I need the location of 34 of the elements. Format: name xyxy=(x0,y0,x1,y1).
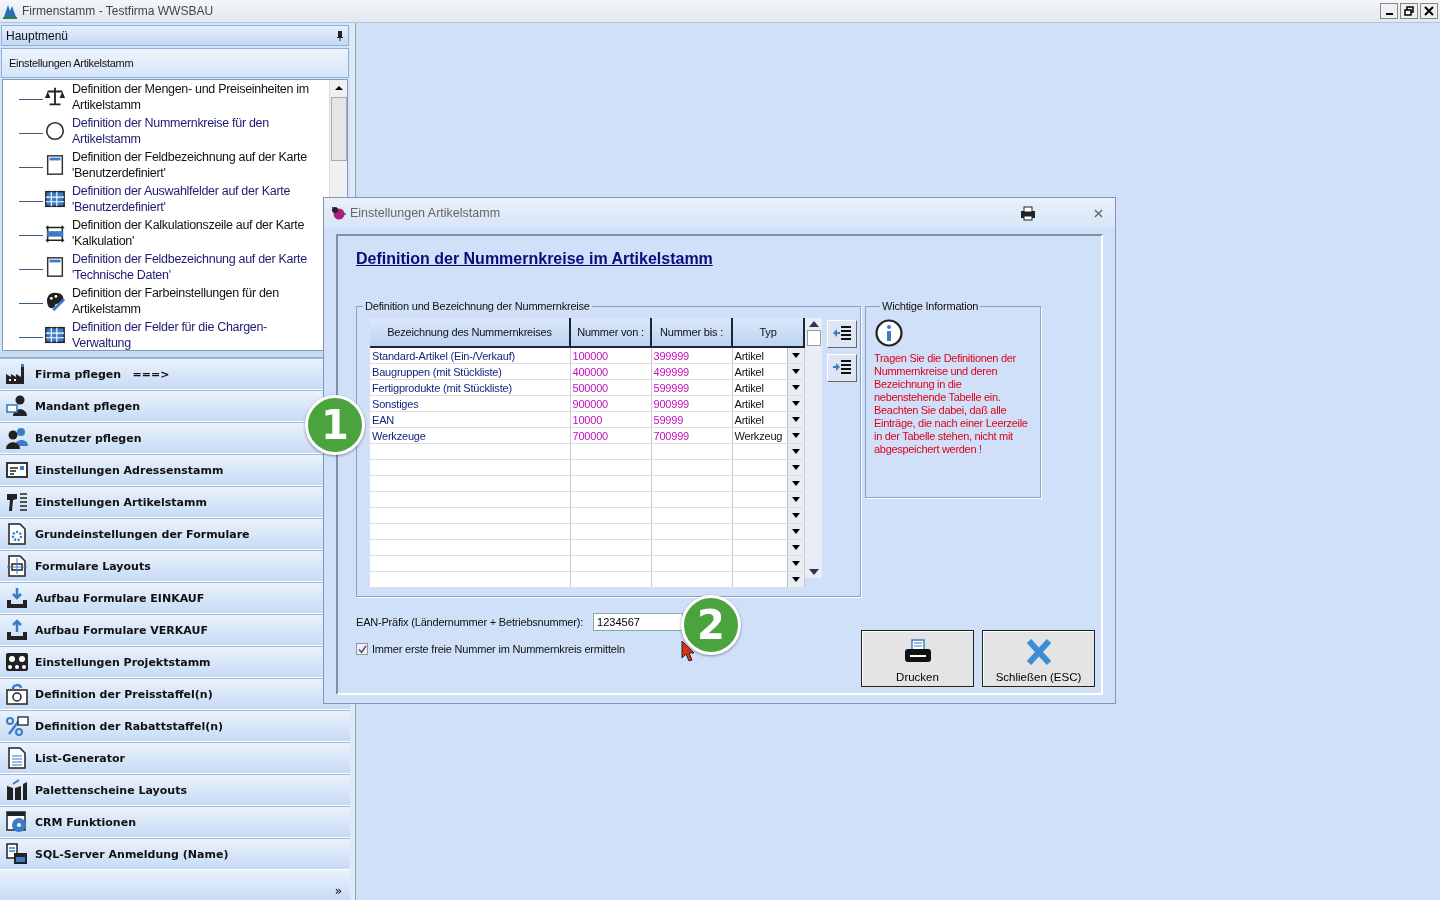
table-cell: EAN xyxy=(372,413,395,426)
field-label: EAN-Präfix (Ländernummer + Betriebsnummer): xyxy=(356,616,584,628)
table-cell: 59999 xyxy=(653,413,684,426)
table-cell: Artikel xyxy=(734,412,764,427)
table-cell: Werkzeug xyxy=(734,428,783,443)
checkbox-label: Immer erste freie Nummer im Nummernkreis ermitteln xyxy=(372,643,625,655)
table-cell: Standard-Artikel (Ein-/Verkauf) xyxy=(372,349,515,362)
sidebar-header: Hauptmenü xyxy=(6,28,69,43)
table-cell: Artikel xyxy=(734,364,764,379)
table-cell: 700999 xyxy=(653,429,689,442)
section-header: Einstellungen Artikelstamm xyxy=(1,48,349,78)
dialog-title: Einstellungen Artikelstamm xyxy=(350,206,502,220)
group-title: Definition und Bezeichnung der Nummernkreise xyxy=(364,300,591,312)
dialog-heading: Definition der Nummernkreise im Artikelstamm xyxy=(356,250,713,268)
info-title: Wichtige Information xyxy=(881,300,980,312)
table-cell: Fertigprodukte (mit Stückliste) xyxy=(372,381,512,394)
table-cell: Sonstiges xyxy=(372,397,419,410)
table-cell: Baugruppen (mit Stückliste) xyxy=(372,365,502,378)
table-cell: Artikel xyxy=(734,380,764,395)
window-title: Firmenstamm - Testfirma WWSBAU xyxy=(22,4,215,18)
table-cell: 399999 xyxy=(653,349,689,362)
info-text: Tragen Sie die Definitionen der Nummernkreise und deren Bezeichnung in die nebenstehende Tabelle ein. Beachten Sie dabei, daß alle Einträge, die nach einer Leerzeile in der Tabelle stehen, nicht mit abgespeichert werden ! xyxy=(874,352,1029,456)
table-cell: 599999 xyxy=(653,381,689,394)
table-cell: 100000 xyxy=(572,349,608,362)
table-cell: 700000 xyxy=(572,429,608,442)
table-cell: 10000 xyxy=(572,413,603,426)
table-cell: 499999 xyxy=(653,365,689,378)
table-cell: Artikel xyxy=(734,348,764,363)
table-cell: 900000 xyxy=(572,397,608,410)
table-cell: 900999 xyxy=(653,397,689,410)
table-cell: 400000 xyxy=(572,365,608,378)
table-cell: 500000 xyxy=(572,381,608,394)
table-cell: Artikel xyxy=(734,396,764,411)
table-cell: Werkzeuge xyxy=(372,429,426,442)
